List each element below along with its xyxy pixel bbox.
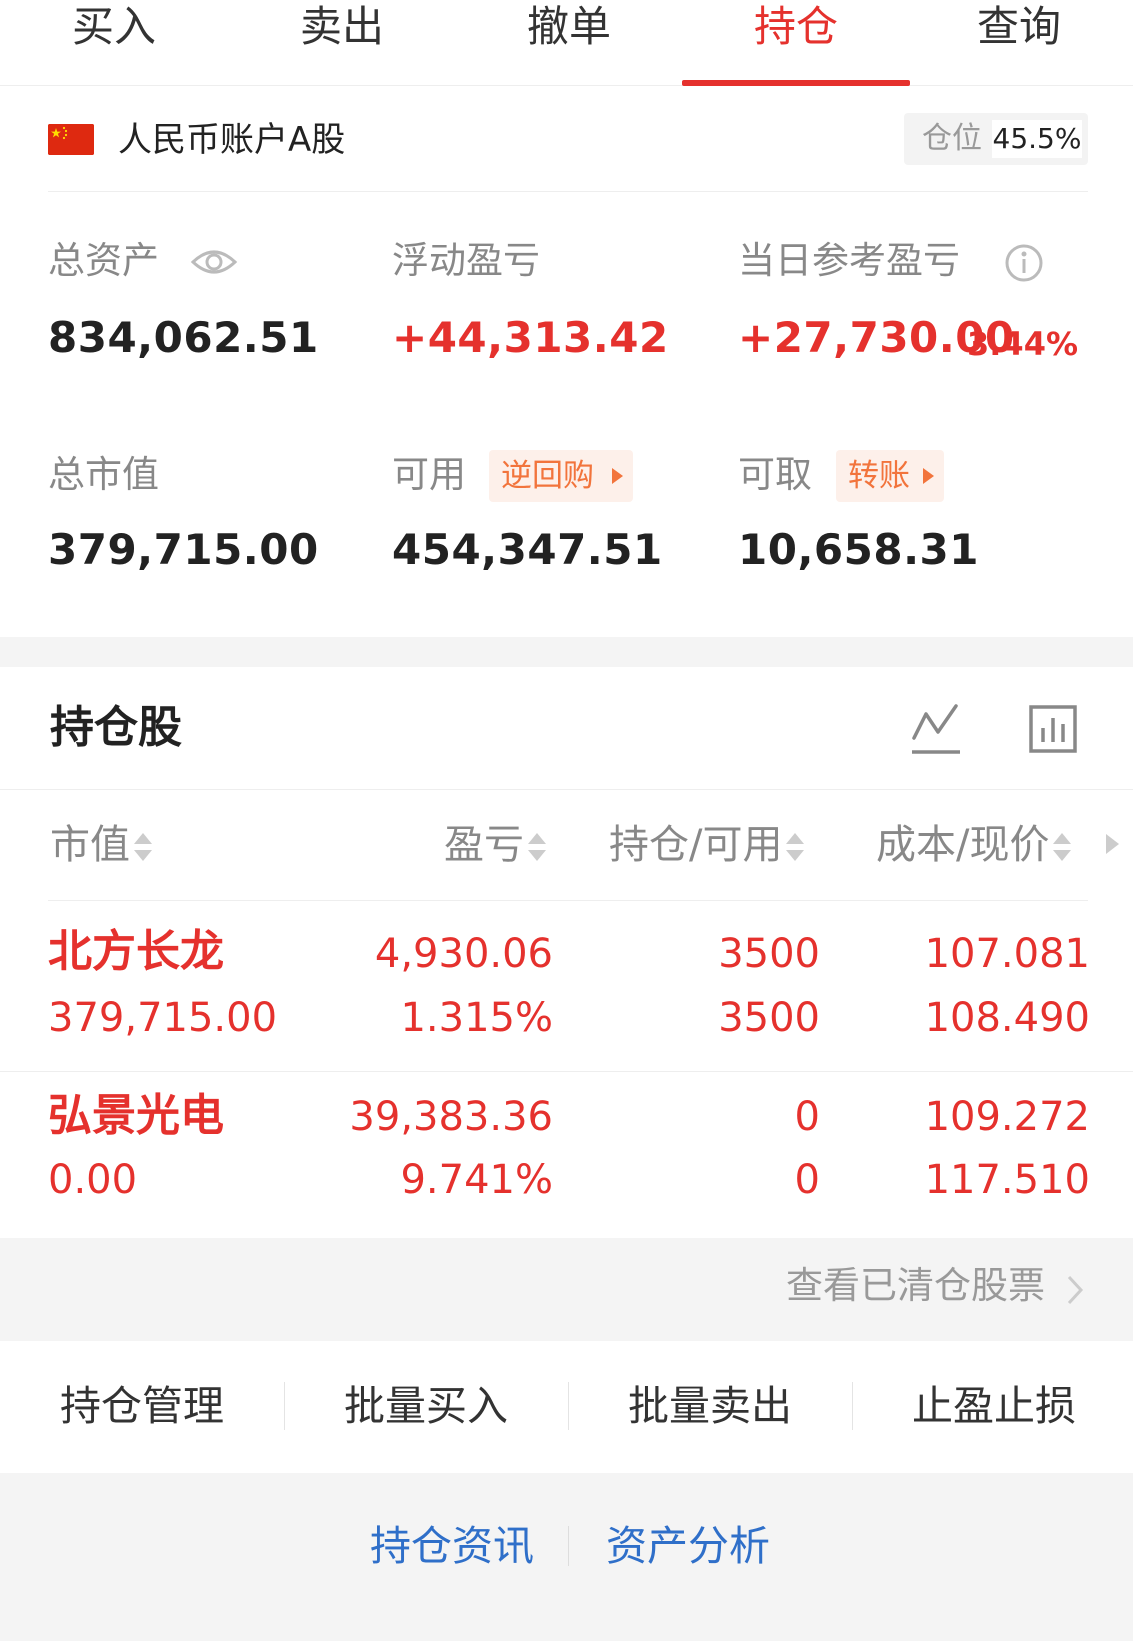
stock-pnl-percent: 9.741% (400, 1157, 553, 1203)
scroll-right-icon[interactable] (1106, 834, 1119, 854)
caret-right-icon (923, 468, 934, 484)
holdings-title: 持仓股 (50, 702, 182, 753)
stock-available: 0 (794, 1157, 820, 1203)
stock-price: 108.490 (924, 995, 1090, 1041)
floating-pnl-value: +44,313.42 (392, 313, 669, 362)
divider (48, 191, 1088, 192)
available-funds-label: 可用 (392, 453, 466, 496)
column-header-label: 成本/现价 (876, 822, 1050, 868)
reverse-repo-button[interactable]: 逆回购 (489, 450, 633, 502)
chevron-right-icon[interactable] (1064, 1272, 1086, 1308)
sort-icon (1053, 833, 1072, 861)
stock-cost: 109.272 (924, 1094, 1090, 1140)
available-funds-value: 454,347.51 (392, 525, 663, 574)
position-ratio-value: 45.5% (992, 120, 1082, 158)
eye-icon[interactable] (190, 245, 238, 279)
table-row[interactable]: 北方长龙 379,715.00 4,930.06 1.315% 3500 350… (0, 905, 1133, 1071)
stock-position: 3500 (718, 931, 820, 977)
floating-pnl-label: 浮动盈亏 (392, 239, 540, 282)
table-row[interactable]: 弘景光电 0.00 39,383.36 9.741% 0 0 109.272 1… (0, 1072, 1133, 1238)
manage-holdings-button[interactable]: 持仓管理 (0, 1380, 284, 1432)
tab-cancel-order[interactable]: 撤单 (455, 0, 683, 86)
column-header-label: 盈亏 (444, 822, 524, 868)
tab-query[interactable]: 查询 (905, 0, 1133, 86)
stock-pnl: 39,383.36 (349, 1094, 553, 1140)
tab-sell[interactable]: 卖出 (228, 0, 456, 86)
sort-icon (134, 833, 152, 861)
trend-chart-icon[interactable] (910, 702, 962, 756)
stock-name: 弘景光电 (48, 1090, 224, 1141)
column-header-label: 持仓/可用 (609, 822, 783, 868)
tab-holdings[interactable]: 持仓 (682, 0, 910, 86)
column-header-cost-price[interactable]: 成本/现价 (876, 820, 1073, 870)
sort-icon (528, 833, 546, 861)
daily-pnl-percent: 3.44% (967, 325, 1079, 363)
section-separator (0, 637, 1133, 667)
divider (0, 789, 1133, 790)
batch-sell-button[interactable]: 批量卖出 (568, 1380, 852, 1432)
divider (48, 900, 1088, 901)
column-header-pnl[interactable]: 盈亏 (444, 820, 548, 870)
view-cleared-stocks-link[interactable]: 查看已清仓股票 (786, 1262, 1045, 1310)
total-assets-label: 总资产 (48, 239, 159, 282)
position-ratio-badge: 仓位 45.5% (904, 113, 1088, 165)
transfer-label: 转账 (848, 458, 910, 494)
column-header-market-value[interactable]: 市值 (50, 820, 154, 870)
batch-buy-button[interactable]: 批量买入 (284, 1380, 568, 1432)
total-assets-value: 834,062.51 (48, 313, 319, 362)
market-value-value: 379,715.00 (48, 525, 319, 574)
holdings-news-link[interactable]: 持仓资讯 (370, 1520, 534, 1572)
bottom-links-area (0, 1473, 1133, 1641)
take-profit-stop-loss-button[interactable]: 止盈止损 (852, 1380, 1133, 1432)
top-tab-bar: 买入 卖出 撤单 持仓 查询 (0, 0, 1133, 86)
sort-icon (786, 833, 805, 861)
stock-pnl: 4,930.06 (374, 931, 553, 977)
caret-right-icon (612, 468, 623, 484)
column-header-position-available[interactable]: 持仓/可用 (609, 820, 806, 870)
info-icon[interactable] (1004, 243, 1044, 283)
stock-market-value: 379,715.00 (48, 995, 278, 1041)
stock-cost: 107.081 (924, 931, 1090, 977)
account-name: 人民币账户A股 (118, 120, 346, 160)
asset-analysis-link[interactable]: 资产分析 (606, 1520, 770, 1572)
china-flag-icon (48, 124, 94, 155)
stock-price: 117.510 (924, 1157, 1090, 1203)
stock-pnl-percent: 1.315% (400, 995, 553, 1041)
withdrawable-value: 10,658.31 (738, 525, 979, 574)
stock-available: 3500 (718, 995, 820, 1041)
reverse-repo-label: 逆回购 (501, 458, 594, 494)
column-header-label: 市值 (50, 822, 130, 868)
daily-pnl-label: 当日参考盈亏 (738, 239, 960, 282)
stock-name: 北方长龙 (48, 926, 224, 977)
transfer-button[interactable]: 转账 (836, 450, 944, 502)
position-ratio-label: 仓位 (922, 121, 982, 156)
bar-chart-icon[interactable] (1028, 704, 1078, 754)
tab-buy[interactable]: 买入 (0, 0, 228, 86)
stock-position: 0 (794, 1094, 820, 1140)
divider (568, 1526, 569, 1566)
market-value-label: 总市值 (48, 453, 159, 496)
withdrawable-label: 可取 (738, 453, 812, 496)
stock-market-value: 0.00 (48, 1157, 138, 1203)
